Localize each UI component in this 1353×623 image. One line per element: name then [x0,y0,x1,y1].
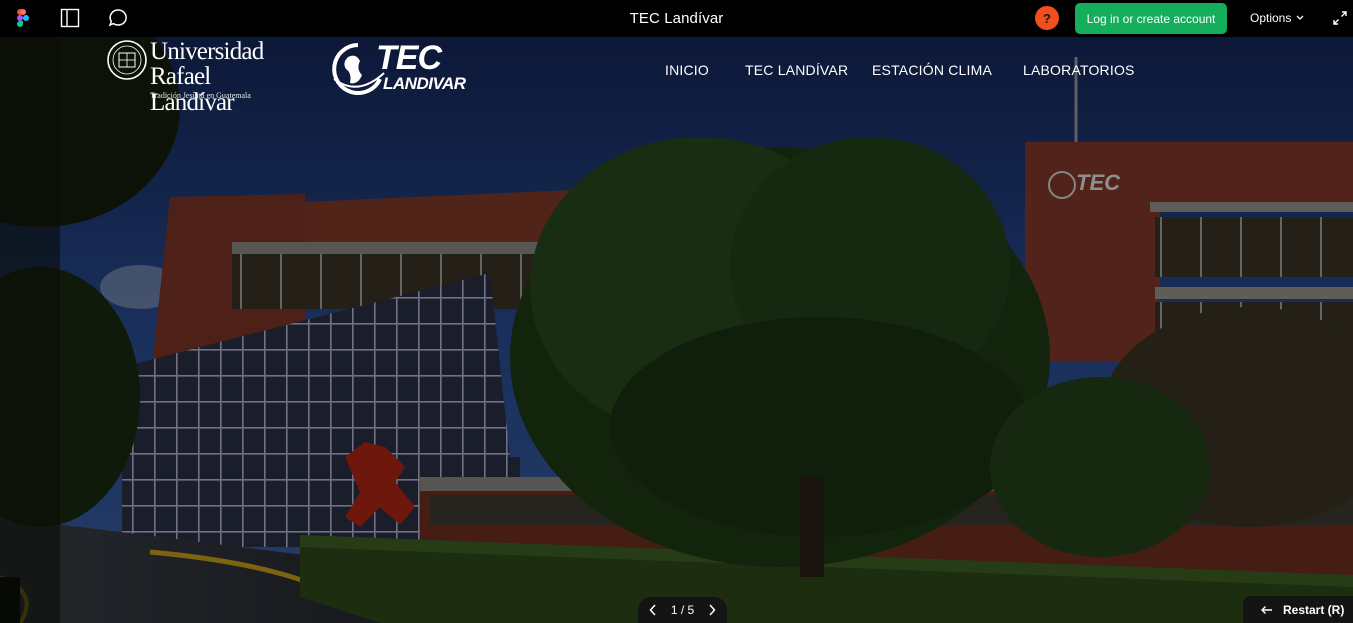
options-label: Options [1250,11,1292,25]
chevron-down-icon [1296,15,1304,20]
url-logo-tagline: Tradición Jesuita en Guatemala [150,91,251,100]
nav-laboratorios[interactable]: LABORATORIOS [1023,62,1135,78]
previous-frame-button[interactable] [646,603,660,617]
prototype-toolbar: TEC Landívar ? Log in or create account … [0,0,1353,37]
restart-label: Restart (R) [1283,602,1345,617]
login-button[interactable]: Log in or create account [1075,3,1227,34]
site-header: Universidad Rafael Landívar Tradición Je… [0,37,1353,116]
chevron-left-icon [649,604,656,616]
figma-logo-icon[interactable] [17,9,29,27]
next-frame-button[interactable] [705,603,719,617]
nav-tec-landivar[interactable]: TEC LANDÍVAR [745,62,848,78]
comment-icon[interactable] [107,8,129,28]
nav-inicio[interactable]: INICIO [665,62,709,78]
restart-button[interactable]: Restart (R) [1243,596,1353,623]
panel-toggle-icon[interactable] [59,8,81,28]
hero-image: TEC [0,37,1353,623]
nav-estacion-clima[interactable]: ESTACIÓN CLIMA [872,62,992,78]
help-button[interactable]: ? [1035,6,1059,30]
main-nav: INICIO TEC LANDÍVAR ESTACIÓN CLIMA LABOR… [0,62,1353,82]
chevron-right-icon [709,604,716,616]
options-menu[interactable]: Options [1250,11,1304,25]
building-sign: TEC [1076,170,1121,195]
frame-counter: 1 / 5 [670,603,695,617]
prototype-frame: TEC Universidad Rafael Landívar Tradició… [0,37,1353,623]
restart-arrow-icon [1261,605,1272,614]
frame-pager: 1 / 5 [638,597,727,623]
expand-icon[interactable] [1332,10,1348,26]
